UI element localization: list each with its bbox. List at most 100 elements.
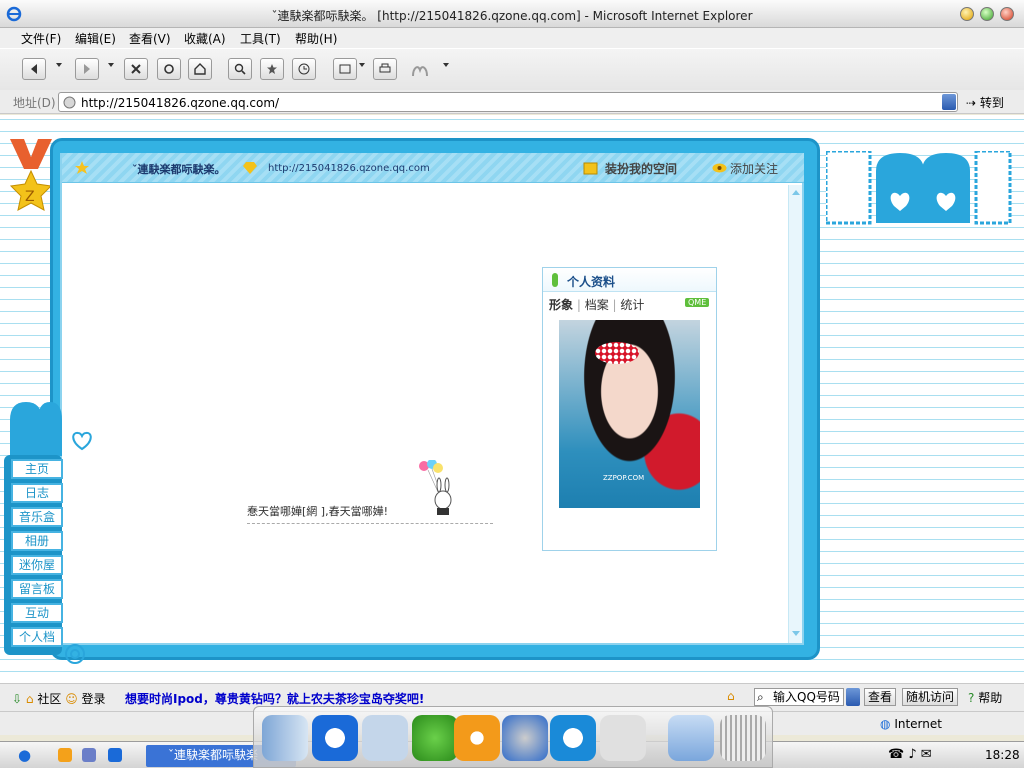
tab-divider: | — [576, 298, 585, 312]
address-dropdown-icon[interactable] — [942, 94, 956, 110]
back-dropdown-icon[interactable] — [56, 63, 62, 67]
help-label: 帮助 — [978, 691, 1003, 705]
random-visit-button[interactable]: 随机访问 — [902, 688, 959, 706]
refresh-button[interactable] — [157, 58, 181, 80]
forward-button[interactable] — [75, 58, 99, 80]
nav-album[interactable]: 相册 — [11, 531, 63, 551]
trash-icon[interactable] — [720, 715, 766, 761]
follow-eye-icon — [712, 163, 727, 173]
media-player-icon[interactable] — [454, 715, 500, 761]
qzone-scrollbar[interactable] — [788, 185, 802, 643]
tab-image[interactable]: 形象 — [549, 298, 573, 312]
nav-home[interactable]: 主页 — [11, 459, 63, 479]
address-bar: 地址(D) http://215041826.qzone.qq.com/ ⇢ 转… — [0, 90, 1024, 114]
decor-bunny-icon — [826, 151, 1012, 225]
promo-link[interactable]: 想要时尚Ipod，尊贵黄钻吗？就上农夫茶珍宝岛夺奖吧! — [125, 690, 424, 707]
qq-number-input[interactable]: ⌕ 输入QQ号码 — [754, 688, 844, 706]
address-input[interactable]: http://215041826.qzone.qq.com/ — [58, 92, 958, 112]
search-button[interactable] — [228, 58, 252, 80]
nav-interact[interactable]: 互动 — [11, 603, 63, 623]
itunes-icon[interactable] — [412, 715, 458, 761]
forward-icon — [84, 64, 90, 74]
tab-archive[interactable]: 档案 — [585, 298, 609, 312]
firefox-icon[interactable] — [58, 748, 72, 762]
help-link[interactable]: ? 帮助 — [968, 689, 1002, 706]
home-icon — [194, 63, 206, 75]
profile-title: 个人资料 — [567, 275, 616, 289]
history-icon — [298, 63, 310, 75]
nav-mini-house[interactable]: 迷你屋 — [11, 555, 63, 575]
qzone-title: ˇ連駃楽都呩駃楽。 — [132, 163, 226, 176]
mail-button[interactable] — [333, 58, 357, 80]
close-button[interactable] — [1000, 7, 1014, 21]
home-button[interactable] — [188, 58, 212, 80]
menu-favorites[interactable]: 收藏(A) — [184, 30, 226, 47]
messenger-dropdown-icon[interactable] — [443, 63, 449, 67]
swirl-icon — [65, 644, 85, 664]
mail-stamp-icon[interactable] — [362, 715, 408, 761]
menu-edit[interactable]: 编辑(E) — [75, 30, 116, 47]
stop-button[interactable] — [124, 58, 148, 80]
back-icon — [31, 64, 37, 74]
dress-space-link[interactable]: 装扮我的空间 — [605, 160, 677, 177]
minimize-button[interactable] — [960, 7, 974, 21]
title-bar: ˇ連駃楽都呩駃楽。 [http://215041826.qzone.qq.com… — [0, 0, 1024, 28]
apple-menu-icon[interactable]: ● — [18, 746, 31, 764]
app-icon[interactable] — [82, 748, 96, 762]
internet-explorer-icon[interactable] — [312, 715, 358, 761]
scroll-down-icon[interactable] — [790, 629, 802, 639]
download-icon[interactable]: ⇩ — [12, 692, 22, 706]
zone-label: Internet — [894, 717, 942, 731]
menu-help[interactable]: 帮助(H) — [295, 30, 337, 47]
history-button[interactable] — [292, 58, 316, 80]
menu-tools[interactable]: 工具(T) — [240, 30, 281, 47]
toolbar — [0, 48, 1024, 90]
profile-card: 个人资料 形象 | 档案 | 统计 QME ZZPOP.COM — [542, 267, 717, 551]
back-button[interactable] — [22, 58, 46, 80]
bow-decoration — [595, 342, 639, 364]
profile-photo[interactable]: ZZPOP.COM — [559, 320, 700, 508]
print-button[interactable] — [373, 58, 397, 80]
system-prefs-icon[interactable] — [600, 715, 646, 761]
maximize-button[interactable] — [980, 7, 994, 21]
ie-quick-icon[interactable] — [108, 748, 122, 762]
home-small-icon[interactable]: ⌂ — [727, 689, 735, 703]
finder-icon[interactable] — [262, 715, 308, 761]
dvd-icon[interactable] — [502, 715, 548, 761]
nav-profile[interactable]: 个人档 — [11, 627, 63, 647]
community-icon: ⌂ — [25, 692, 34, 706]
nav-music[interactable]: 音乐盒 — [11, 507, 63, 527]
address-url: http://215041826.qzone.qq.com/ — [81, 96, 280, 110]
messenger-icon[interactable] — [410, 62, 432, 78]
page-icon — [63, 96, 76, 109]
task-label: ˇ連駃楽都呩駃楽 — [168, 748, 259, 762]
tray-icons[interactable]: ☎ ♪ ✉ — [888, 747, 932, 762]
quicktime-icon[interactable] — [550, 715, 596, 761]
community-link[interactable]: 社区 — [37, 692, 61, 706]
forward-dropdown-icon[interactable] — [108, 63, 114, 67]
print-icon — [379, 63, 391, 73]
photo-watermark: ZZPOP.COM — [603, 474, 645, 482]
qzone-url[interactable]: http://215041826.qzone.qq.com — [268, 163, 430, 174]
web-page: Z ˇ連駃楽都呩駃楽。 http://215041826.qzone.qq.co… — [0, 115, 1024, 683]
tab-stats[interactable]: 统计 — [620, 298, 644, 312]
nav-guestbook[interactable]: 留言板 — [11, 579, 63, 599]
scroll-up-icon[interactable] — [790, 187, 802, 197]
menu-view[interactable]: 查看(V) — [129, 30, 171, 47]
heart-icon — [72, 431, 92, 451]
qme-badge[interactable]: QME — [685, 298, 710, 307]
nav-blog[interactable]: 日志 — [11, 483, 63, 503]
favorites-button[interactable] — [260, 58, 284, 80]
view-button[interactable]: 查看 — [864, 688, 897, 706]
go-arrow-icon: ⇢ — [966, 96, 980, 110]
menu-file[interactable]: 文件(F) — [21, 30, 61, 47]
login-link[interactable]: 登录 — [82, 692, 106, 706]
address-label: 地址(D) — [13, 96, 56, 110]
qq-dropdown-icon[interactable] — [846, 688, 860, 706]
window-title: ˇ連駃楽都呩駃楽。 [http://215041826.qzone.qq.com… — [271, 9, 753, 23]
stop-icon — [131, 64, 141, 74]
desktop-preview-icon[interactable] — [668, 715, 714, 761]
follow-link[interactable]: 添加关注 — [730, 160, 778, 177]
mail-dropdown-icon[interactable] — [359, 63, 365, 67]
go-button[interactable]: ⇢ 转到 — [966, 94, 1004, 111]
